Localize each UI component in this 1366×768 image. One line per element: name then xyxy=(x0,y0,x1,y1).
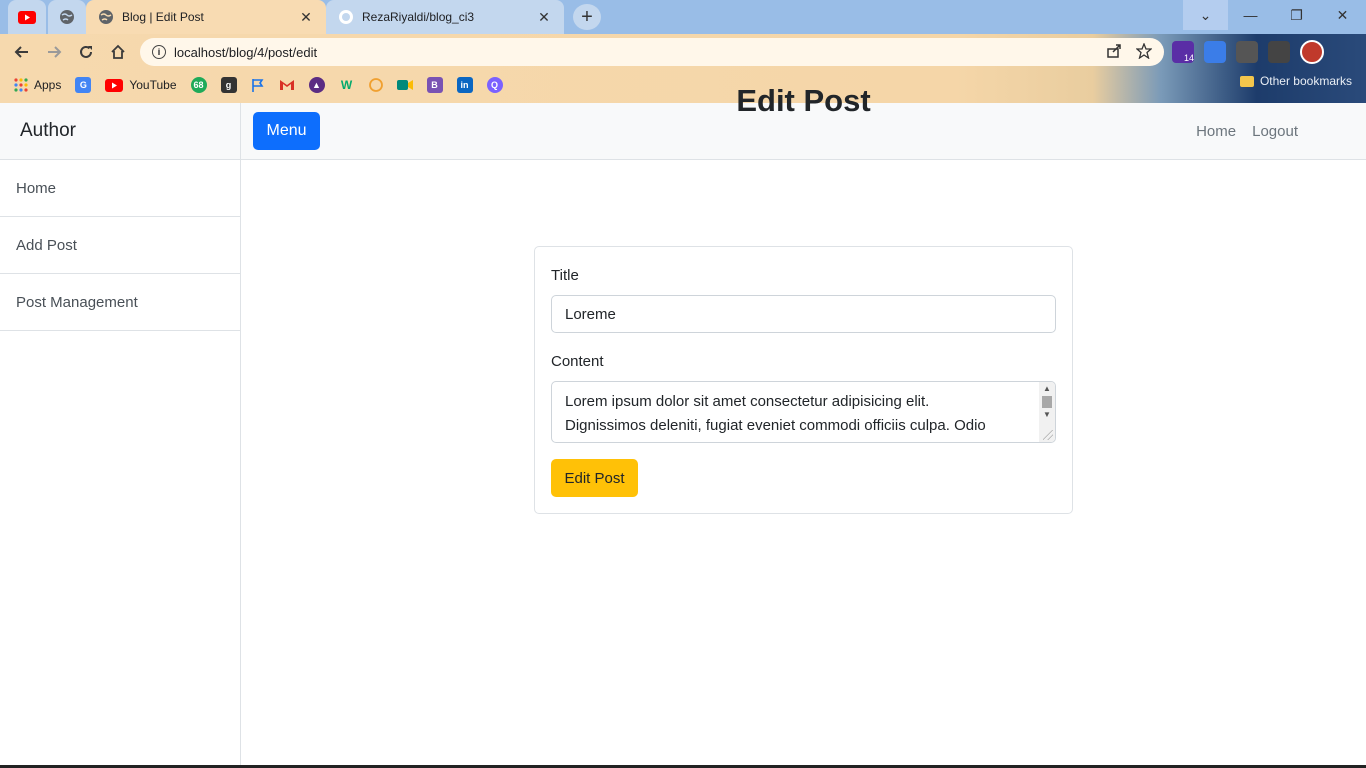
share-icon[interactable] xyxy=(1106,43,1122,59)
bookmark-68[interactable]: 68 xyxy=(190,77,207,93)
bookmark-youtube[interactable]: YouTube xyxy=(105,78,177,92)
scrollbar-thumb[interactable] xyxy=(1042,396,1052,408)
site-info-icon[interactable]: i xyxy=(152,45,166,59)
tab-blog-edit-post[interactable]: Blog | Edit Post ✕ xyxy=(86,0,326,34)
extension-icon[interactable] xyxy=(1204,41,1226,63)
title-input[interactable] xyxy=(551,295,1056,333)
extensions-area: 14 xyxy=(1172,40,1324,64)
profile-avatar[interactable] xyxy=(1300,40,1324,64)
pinned-tab-globe[interactable] xyxy=(48,0,86,34)
content-text: Lorem ipsum dolor sit amet consectetur a… xyxy=(565,390,1035,438)
extension-badge-icon[interactable]: 14 xyxy=(1172,41,1194,63)
forward-arrow-icon[interactable] xyxy=(42,40,66,64)
sidebar-item-post-management[interactable]: Post Management xyxy=(0,274,240,331)
page-title: Edit Post xyxy=(736,83,871,118)
title-label: Title xyxy=(551,267,579,284)
sidebar: Author Home Add Post Post Management xyxy=(0,103,241,765)
reload-icon[interactable] xyxy=(74,40,98,64)
scroll-up-arrow-icon[interactable]: ▲ xyxy=(1043,384,1051,393)
bookmark-g[interactable]: g xyxy=(220,77,237,93)
tab-close-icon[interactable]: ✕ xyxy=(298,9,314,26)
sidebar-item-home[interactable]: Home xyxy=(0,160,240,217)
tab-title: Blog | Edit Post xyxy=(122,10,204,24)
bookmark-label: YouTube xyxy=(129,78,177,92)
tab-search-chevron-icon[interactable]: ⌄ xyxy=(1183,0,1228,30)
youtube-icon xyxy=(18,10,36,24)
nav-link-logout[interactable]: Logout xyxy=(1252,123,1298,140)
bookmark-translate[interactable]: G xyxy=(75,77,92,93)
bookmark-label: Apps xyxy=(34,78,62,92)
globe-icon xyxy=(60,10,74,24)
tab-title: RezaRiyaldi/blog_ci3 xyxy=(362,10,475,24)
globe-icon xyxy=(99,10,113,24)
address-bar[interactable]: i localhost/blog/4/post/edit xyxy=(140,38,1164,66)
new-tab-button[interactable]: + xyxy=(573,4,601,30)
sidebar-brand: Author xyxy=(0,103,240,160)
google-translate-icon: G xyxy=(75,77,92,93)
side-panel-icon[interactable] xyxy=(1268,41,1290,63)
sidebar-item-add-post[interactable]: Add Post xyxy=(0,217,240,274)
bookmark-g-icon: g xyxy=(220,77,237,93)
tab-strip: Blog | Edit Post ✕ RezaRiyaldi/blog_ci3 … xyxy=(0,0,1366,34)
content-line: Dignissimos deleniti, fugiat eveniet com… xyxy=(565,417,986,434)
content-textarea[interactable]: Lorem ipsum dolor sit amet consectetur a… xyxy=(551,381,1056,443)
github-icon xyxy=(339,10,353,24)
restore-button[interactable]: ❐ xyxy=(1274,0,1319,30)
edit-post-form: Title Content Lorem ipsum dolor sit amet… xyxy=(534,246,1073,514)
content-line: Lorem ipsum dolor sit amet consectetur a… xyxy=(565,393,930,410)
youtube-icon xyxy=(105,78,124,92)
puzzle-extensions-icon[interactable] xyxy=(1236,41,1258,63)
url-text: localhost/blog/4/post/edit xyxy=(174,44,318,60)
back-arrow-icon[interactable] xyxy=(10,40,34,64)
tab-close-icon[interactable]: ✕ xyxy=(536,9,552,26)
resize-grip-icon[interactable] xyxy=(1043,430,1053,440)
close-window-button[interactable]: ✕ xyxy=(1320,0,1365,30)
pinned-tab-youtube[interactable] xyxy=(8,0,46,34)
home-icon[interactable] xyxy=(106,40,130,64)
scroll-down-arrow-icon[interactable]: ▼ xyxy=(1043,410,1051,419)
star-bookmark-icon[interactable] xyxy=(1136,43,1152,59)
bookmark-68-icon: 68 xyxy=(190,77,207,93)
content-label: Content xyxy=(551,353,604,370)
bookmark-apps[interactable]: Apps xyxy=(14,78,61,92)
minimize-button[interactable]: — xyxy=(1228,0,1273,30)
nav-link-home[interactable]: Home xyxy=(1196,123,1236,140)
apps-grid-icon xyxy=(14,78,28,92)
edit-post-submit-button[interactable]: Edit Post xyxy=(551,459,638,497)
tab-github[interactable]: RezaRiyaldi/blog_ci3 ✕ xyxy=(326,0,564,34)
